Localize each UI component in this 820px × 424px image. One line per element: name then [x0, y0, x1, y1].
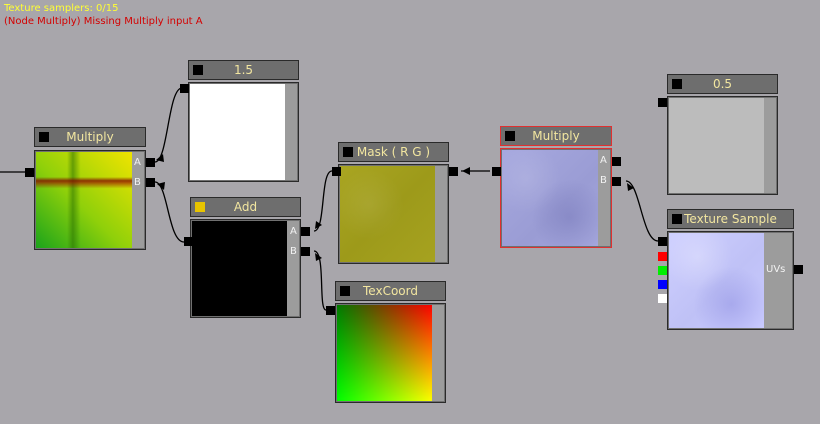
- node-preview-strip: [432, 305, 444, 401]
- node-preview-toggle-icon[interactable]: [193, 65, 203, 75]
- node-preview: [36, 152, 133, 248]
- node-titlebar[interactable]: Mask ( R G ): [338, 142, 449, 162]
- node-preview: [502, 150, 599, 246]
- texcoord-gradient-green: [337, 305, 433, 401]
- input-pin-b[interactable]: [612, 177, 621, 186]
- wire-add-b-to-texcoord: [313, 250, 327, 311]
- output-pin[interactable]: [180, 84, 189, 93]
- output-pin[interactable]: [492, 167, 501, 176]
- input-pin-label-b: B: [600, 175, 607, 186]
- node-titlebar[interactable]: 0.5: [667, 74, 778, 94]
- wire-mult-a-to-const15: [154, 87, 183, 163]
- node-preview-strip: [435, 166, 447, 262]
- wire-add-a-to-mask: [313, 170, 333, 232]
- node-preview: [669, 98, 765, 193]
- node-body: [335, 303, 446, 403]
- output-pin-label-uvs: UVs: [766, 264, 786, 275]
- node-preview-toggle-icon[interactable]: [195, 202, 205, 212]
- node-body: [667, 96, 778, 195]
- input-pin-b[interactable]: [301, 247, 310, 256]
- node-title: 1.5: [233, 63, 254, 77]
- output-pin[interactable]: [25, 168, 34, 177]
- output-pin-blue[interactable]: [658, 280, 667, 289]
- node-title: Texture Sample: [684, 212, 777, 226]
- material-editor-canvas[interactable]: Texture samplers: 0/15 (Node Multiply) M…: [0, 0, 820, 424]
- input-pin-b[interactable]: [146, 178, 155, 187]
- texture-sample-node[interactable]: Texture Sample UVs: [658, 209, 803, 330]
- node-preview: [340, 166, 436, 262]
- node-titlebar[interactable]: Texture Sample: [667, 209, 794, 229]
- input-pin-label-a: A: [134, 157, 141, 168]
- node-title: Multiply: [66, 130, 114, 144]
- texcoord-node[interactable]: TexCoord: [326, 281, 446, 403]
- multiply-node-left[interactable]: Multiply A B: [25, 127, 155, 250]
- input-pin-a[interactable]: [301, 227, 310, 236]
- node-preview-toggle-icon[interactable]: [39, 132, 49, 142]
- input-pin[interactable]: [449, 167, 458, 176]
- node-title: Mask ( R G ): [356, 145, 431, 159]
- node-title: TexCoord: [363, 284, 418, 298]
- output-pin[interactable]: [184, 237, 193, 246]
- multiply-node-right[interactable]: Multiply A B: [492, 126, 621, 248]
- node-body: [500, 148, 612, 248]
- wire-arrow-const15: [156, 154, 164, 162]
- wire-arrow-add: [157, 182, 165, 190]
- wire-arrow-texcoord: [315, 253, 322, 261]
- node-title: 0.5: [712, 77, 733, 91]
- input-pin-uvs[interactable]: [794, 265, 803, 274]
- output-pin-alpha[interactable]: [658, 294, 667, 303]
- constant-node-1-5[interactable]: 1.5: [180, 60, 299, 182]
- compile-error-message: (Node Multiply) Missing Multiply input A: [4, 16, 203, 27]
- node-preview: [669, 233, 765, 328]
- node-preview-toggle-icon[interactable]: [672, 214, 682, 224]
- node-title: Multiply: [532, 129, 580, 143]
- output-pin[interactable]: [326, 306, 335, 315]
- node-body: [34, 150, 146, 250]
- constant-node-0-5[interactable]: 0.5: [658, 74, 778, 195]
- output-pin[interactable]: [658, 98, 667, 107]
- output-pin[interactable]: [332, 167, 341, 176]
- texture-samplers-status: Texture samplers: 0/15: [4, 3, 119, 14]
- output-pin-rgb[interactable]: [658, 237, 667, 246]
- node-titlebar[interactable]: 1.5: [188, 60, 299, 80]
- node-body: [190, 219, 301, 318]
- node-titlebar[interactable]: Multiply: [500, 126, 612, 146]
- node-preview-toggle-icon[interactable]: [343, 147, 353, 157]
- input-pin-label-a: A: [290, 226, 297, 237]
- wire-arrow-texsample: [627, 183, 634, 191]
- wire-arrow-mask: [315, 221, 322, 229]
- node-preview: [190, 84, 286, 180]
- input-pin-a[interactable]: [612, 157, 621, 166]
- wire-arrow-multiply: [462, 167, 470, 175]
- node-preview-toggle-icon[interactable]: [672, 79, 682, 89]
- node-body: [188, 82, 299, 182]
- node-preview-strip: [285, 84, 297, 180]
- node-titlebar[interactable]: Multiply: [34, 127, 146, 147]
- node-body: [338, 164, 449, 264]
- mask-rg-node[interactable]: Mask ( R G ): [332, 142, 458, 264]
- output-pin-red[interactable]: [658, 252, 667, 261]
- node-preview-strip: [764, 98, 776, 193]
- node-title: Add: [233, 200, 258, 214]
- node-body: [667, 231, 794, 330]
- input-pin-a[interactable]: [146, 158, 155, 167]
- wire-multiply-b-to-texsample: [625, 180, 659, 242]
- input-pin-label-b: B: [134, 177, 141, 188]
- node-preview: [337, 305, 433, 401]
- output-pin-green[interactable]: [658, 266, 667, 275]
- input-pin-label-b: B: [290, 246, 297, 257]
- add-node[interactable]: Add A B: [184, 197, 310, 318]
- node-titlebar[interactable]: TexCoord: [335, 281, 446, 301]
- node-preview-strip: [764, 233, 792, 328]
- node-preview-toggle-icon[interactable]: [340, 286, 350, 296]
- input-pin-label-a: A: [600, 155, 607, 166]
- node-preview: [192, 221, 288, 316]
- node-titlebar[interactable]: Add: [190, 197, 301, 217]
- wire-mult-b-to-add: [154, 181, 185, 243]
- node-preview-toggle-icon[interactable]: [505, 131, 515, 141]
